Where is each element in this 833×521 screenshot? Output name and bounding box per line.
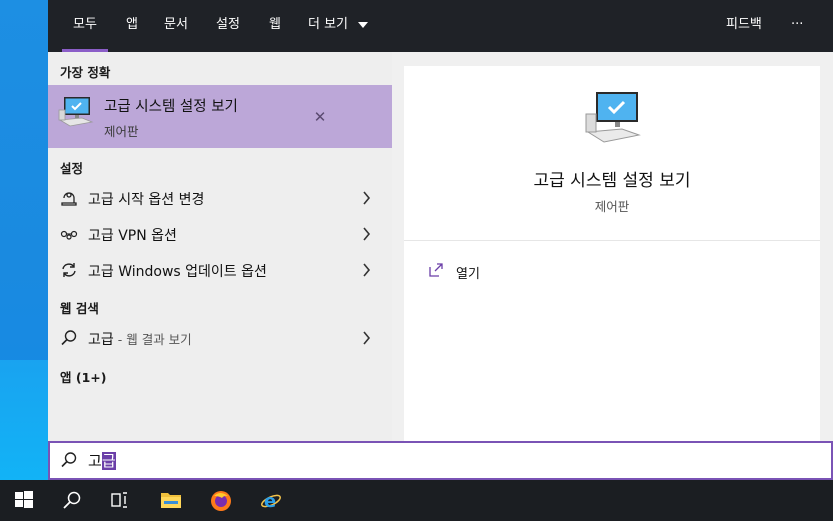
search-flyout: 모두 앱 문서 설정 웹 더 보기 피드백 ··· 가장 정확 고급 시스템 설… [48, 0, 833, 441]
chevron-right-icon [363, 331, 371, 345]
chevron-right-icon [363, 191, 371, 205]
search-icon [61, 452, 77, 468]
search-query-text: 고 [88, 452, 102, 470]
section-apps[interactable]: 앱 (1+) [60, 367, 106, 386]
tab-apps[interactable]: 앱 [126, 0, 138, 52]
windows-start-icon [15, 491, 33, 508]
search-icon [63, 491, 81, 509]
settings-result-label: 고급 시작 옵션 변경 [88, 192, 205, 208]
update-icon [62, 263, 76, 277]
search-input[interactable]: 고급 [48, 441, 833, 480]
open-icon [429, 263, 443, 277]
start-button[interactable] [0, 480, 48, 521]
system-computer-icon [585, 92, 641, 143]
file-explorer-button[interactable] [146, 480, 194, 521]
system-computer-icon [58, 97, 94, 127]
feedback-button[interactable]: 피드백 [726, 0, 762, 52]
settings-result-startup[interactable]: 고급 시작 옵션 변경 [48, 181, 392, 217]
settings-result-update[interactable]: 고급 Windows 업데이트 옵션 [48, 253, 392, 289]
caret-down-icon [358, 22, 368, 28]
section-best-match: 가장 정확 [60, 65, 111, 80]
section-web-search: 웹 검색 [60, 301, 99, 316]
task-view-button[interactable] [96, 480, 144, 521]
firefox-button[interactable] [196, 480, 244, 521]
close-icon[interactable]: ✕ [310, 107, 330, 127]
web-result-query: 고급 [88, 332, 114, 348]
search-query: 고급 [88, 450, 116, 471]
settings-result-label: 고급 VPN 옵션 [88, 228, 177, 244]
tab-settings[interactable]: 설정 [216, 0, 240, 52]
search-query-selection: 급 [101, 452, 116, 470]
divider [404, 240, 820, 241]
task-view-icon [111, 492, 127, 508]
detail-subtitle: 제어판 [594, 199, 630, 214]
best-match-title: 고급 시스템 설정 보기 [104, 99, 238, 115]
chevron-right-icon [363, 263, 371, 277]
best-match-subtitle: 제어판 [104, 124, 139, 139]
detail-pane: 고급 시스템 설정 보기 제어판 열기 [404, 66, 820, 441]
web-result-label: 고급 - 웹 결과 보기 [88, 329, 192, 349]
tab-all[interactable]: 모두 [62, 0, 108, 52]
file-explorer-icon [161, 493, 181, 508]
vpn-icon [60, 230, 78, 240]
search-scope-bar: 모두 앱 문서 설정 웹 더 보기 피드백 ··· [48, 0, 833, 52]
open-label: 열기 [456, 267, 480, 282]
section-settings: 설정 [60, 161, 84, 176]
best-match-result[interactable]: 고급 시스템 설정 보기 제어판 ✕ [48, 85, 392, 148]
results-list: 가장 정확 고급 시스템 설정 보기 제어판 ✕ 설정 고급 시작 옵션 변경 [48, 52, 392, 441]
settings-result-label: 고급 Windows 업데이트 옵션 [88, 264, 267, 280]
more-options-button[interactable]: ··· [791, 0, 803, 52]
internet-explorer-button[interactable]: e [246, 480, 294, 521]
web-search-result[interactable]: 고급 - 웹 결과 보기 [48, 321, 392, 357]
svg-text:e: e [264, 491, 276, 512]
settings-result-vpn[interactable]: 고급 VPN 옵션 [48, 217, 392, 253]
detail-title: 고급 시스템 설정 보기 [533, 171, 691, 191]
search-icon [61, 330, 77, 346]
internet-explorer-icon: e [261, 491, 281, 512]
firefox-icon [211, 491, 231, 511]
tab-more[interactable]: 더 보기 [308, 0, 348, 52]
web-result-suffix: - 웹 결과 보기 [113, 332, 192, 347]
taskbar-search-button[interactable] [48, 480, 96, 521]
tab-web[interactable]: 웹 [269, 0, 281, 52]
tab-documents[interactable]: 문서 [164, 0, 188, 52]
startup-icon [61, 192, 77, 206]
chevron-right-icon [363, 227, 371, 241]
taskbar: e [0, 480, 833, 521]
